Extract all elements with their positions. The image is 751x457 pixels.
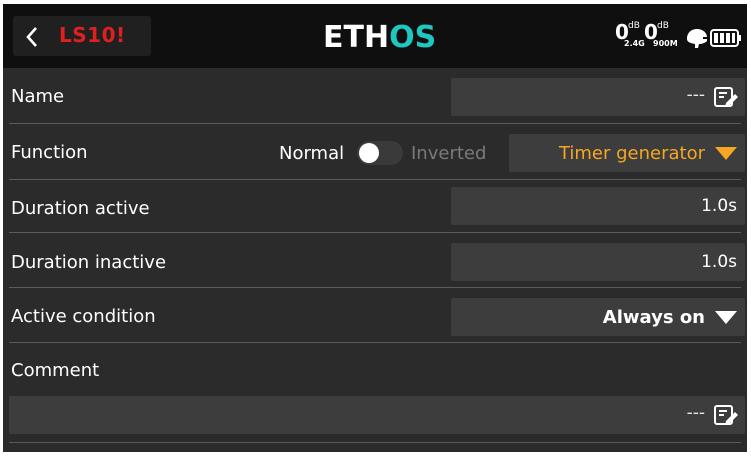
normal-inverted-toggle[interactable] xyxy=(357,141,403,165)
row-divider xyxy=(9,442,741,443)
duration-inactive-field[interactable]: 1.0s xyxy=(451,243,745,281)
duration-active-value: 1.0s xyxy=(701,196,737,216)
edit-icon xyxy=(714,87,738,107)
row-comment: Comment xyxy=(3,346,747,400)
row-divider xyxy=(9,123,741,124)
chevron-left-icon xyxy=(26,27,37,47)
row-duration-active: Duration active 1.0s xyxy=(3,184,747,236)
logo-text-accent: OS xyxy=(389,20,436,54)
header-bar: LS10! ETHOS 0 dB 2.4G 0 dB 900M xyxy=(3,4,747,68)
back-button[interactable]: LS10! xyxy=(13,16,151,56)
screen: LS10! ETHOS 0 dB 2.4G 0 dB 900M Name ---… xyxy=(0,0,751,457)
name-label: Name xyxy=(11,86,65,107)
chevron-down-icon xyxy=(715,311,737,324)
row-name: Name --- xyxy=(3,72,747,124)
row-active-condition: Active condition Always on xyxy=(3,292,747,344)
logo-text-main: ETH xyxy=(323,20,389,54)
model-name-text: LS10 xyxy=(59,23,116,47)
duration-inactive-label: Duration inactive xyxy=(11,252,167,273)
logic-switch-editor: LS10! ETHOS 0 dB 2.4G 0 dB 900M Name ---… xyxy=(3,4,747,452)
comment-label: Comment xyxy=(11,360,100,381)
function-dropdown-value: Timer generator xyxy=(558,143,705,164)
comment-field[interactable]: --- xyxy=(9,396,745,434)
name-value: --- xyxy=(686,85,705,105)
rssi-band: 900M xyxy=(653,39,678,48)
rssi-unit: dB xyxy=(628,21,640,31)
toggle-label-normal: Normal xyxy=(279,143,345,164)
battery-icon xyxy=(710,29,741,47)
status-icons xyxy=(684,26,742,50)
active-condition-label: Active condition xyxy=(11,306,156,327)
row-divider xyxy=(9,232,741,233)
chevron-down-icon xyxy=(715,147,737,160)
comment-value: --- xyxy=(686,403,705,423)
speaker-icon[interactable] xyxy=(684,26,710,50)
active-condition-value: Always on xyxy=(602,307,705,328)
active-condition-dropdown[interactable]: Always on xyxy=(451,298,745,336)
name-field[interactable]: --- xyxy=(451,78,745,116)
toggle-label-inverted: Inverted xyxy=(411,143,487,164)
rssi-unit: dB xyxy=(657,21,669,31)
rssi-900m: 0 dB 900M xyxy=(644,16,688,56)
model-name: LS10! xyxy=(59,23,126,47)
duration-active-label: Duration active xyxy=(11,198,150,219)
duration-inactive-value: 1.0s xyxy=(701,252,737,272)
row-divider xyxy=(9,342,741,343)
duration-active-field[interactable]: 1.0s xyxy=(451,187,745,225)
ethos-logo: ETHOS xyxy=(323,20,436,54)
function-label: Function xyxy=(11,142,88,163)
function-dropdown[interactable]: Timer generator xyxy=(509,134,745,172)
row-duration-inactive: Duration inactive 1.0s xyxy=(3,238,747,290)
row-divider xyxy=(9,179,741,180)
row-function: Function Normal Inverted Timer generator xyxy=(3,128,747,180)
edit-icon xyxy=(714,405,738,425)
row-divider xyxy=(9,287,741,288)
model-name-suffix: ! xyxy=(115,23,126,47)
svg-text:ETHOS: ETHOS xyxy=(323,20,436,54)
rssi-band: 2.4G xyxy=(624,39,645,48)
toggle-knob xyxy=(359,143,379,163)
